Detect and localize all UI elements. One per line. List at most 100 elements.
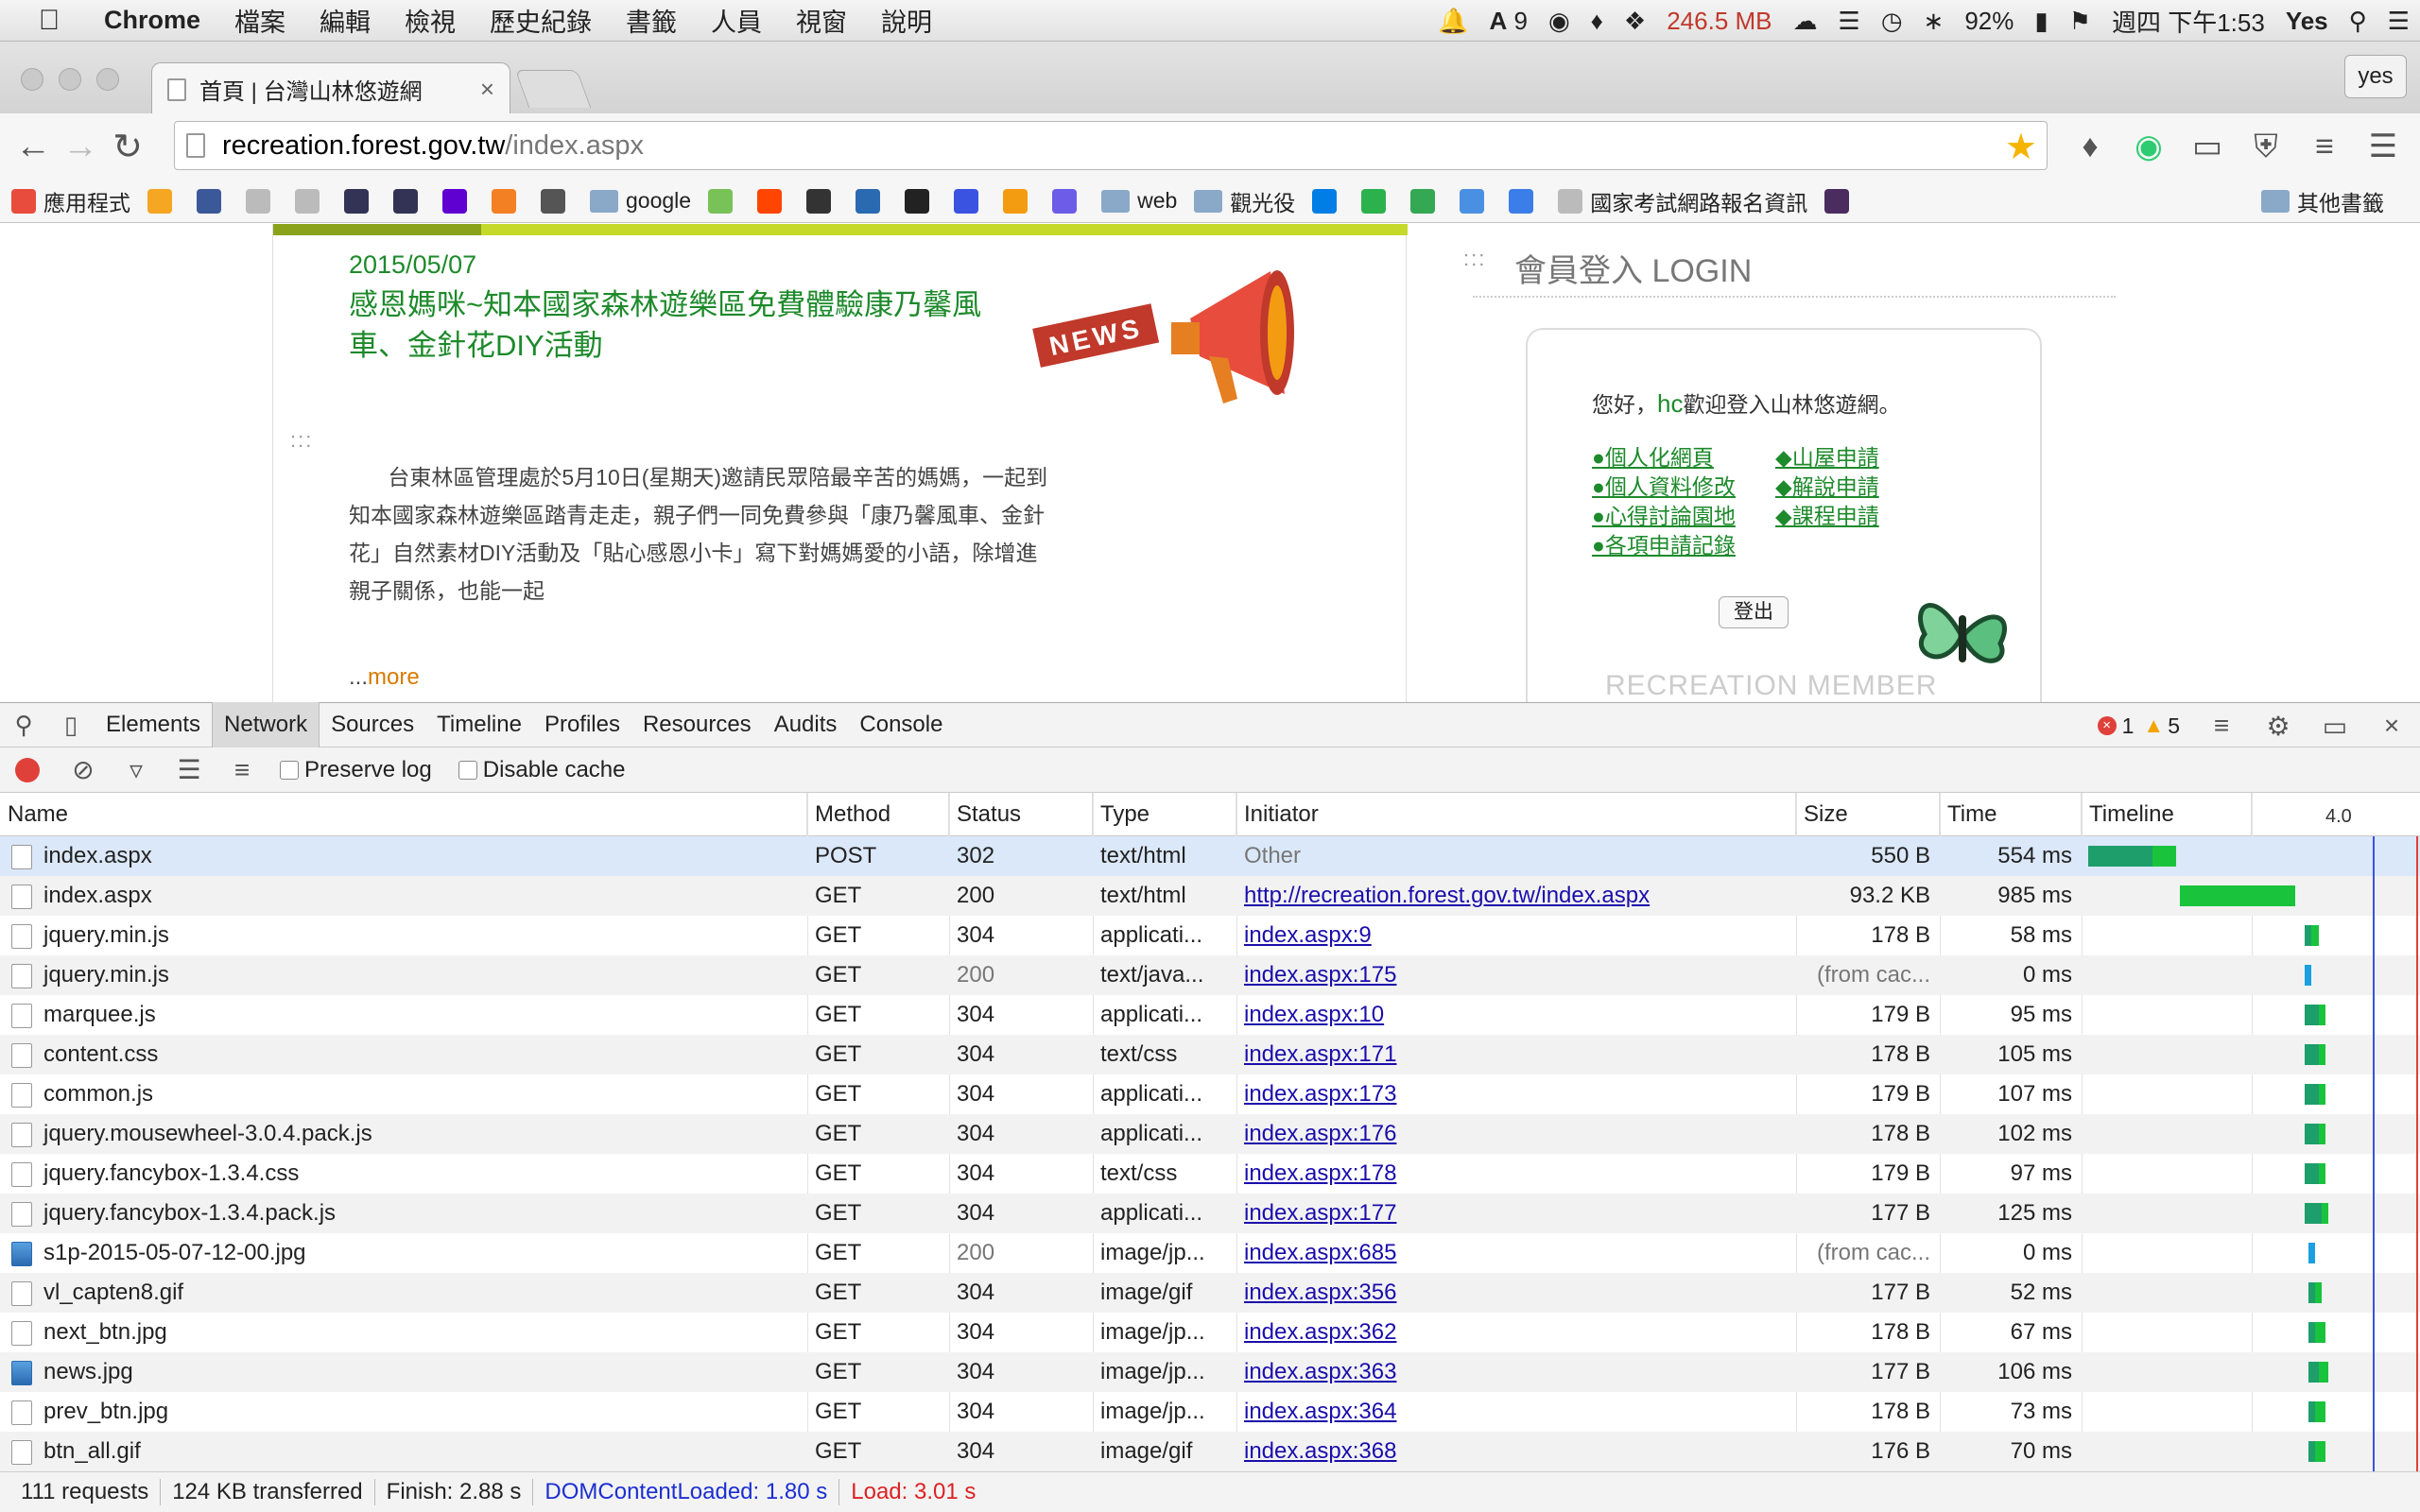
disable-cache-checkbox[interactable]: Disable cache (447, 757, 625, 783)
cell-initiator[interactable]: index.aspx:177 (1236, 1194, 1796, 1233)
preserve-log-checkbox[interactable]: Preserve log (268, 757, 432, 783)
table-row[interactable]: next_btn.jpg GET 304 image/jp... index.aspx:… (0, 1313, 2420, 1352)
dock-icon[interactable]: ▭ (2307, 711, 2363, 742)
bookmark-icon-item[interactable] (905, 188, 937, 214)
bookmark-item[interactable]: google (590, 188, 691, 214)
cell-initiator[interactable]: index.aspx:10 (1236, 995, 1796, 1035)
bookmark-item[interactable]: 應用程式 (11, 185, 130, 217)
address-bar[interactable]: recreation.forest.gov.tw/index.aspx ★ (174, 121, 2048, 170)
evernote-extension-icon[interactable]: ♦ (2061, 129, 2119, 165)
grammarly-icon[interactable]: ◉ (1538, 7, 1581, 36)
bookmark-icon-item[interactable] (344, 188, 376, 214)
bookmark-icon-item[interactable] (1509, 188, 1541, 214)
bookmark-icon-item[interactable] (147, 188, 180, 214)
memory-usage[interactable]: 246.5 MB (1656, 7, 1782, 36)
window-zoom-button[interactable] (96, 68, 119, 91)
notification-bell-icon[interactable]: 🔔 (1427, 7, 1478, 36)
table-row[interactable]: vl_capten8.gif GET 304 image/gif index.aspx:… (0, 1273, 2420, 1313)
cell-initiator[interactable]: index.aspx:9 (1236, 916, 1796, 955)
menu-edit[interactable]: 編輯 (302, 2, 388, 39)
logout-button[interactable]: 登出 (1719, 596, 1789, 628)
bookmark-item[interactable]: 國家考試網路報名資訊 (1558, 185, 1807, 217)
error-warning-counter[interactable]: × 1 ▲ 5 (2097, 713, 2180, 739)
bookmark-icon-item[interactable] (856, 188, 888, 214)
link-edit-profile[interactable]: ●個人資料修改 (1592, 472, 1736, 502)
user-menu[interactable]: Yes (2275, 7, 2339, 36)
menu-people[interactable]: 人員 (694, 2, 779, 39)
bookmark-icon-item[interactable] (1824, 188, 1857, 214)
bookmark-item[interactable]: 觀光役 (1194, 185, 1295, 217)
extension-icon[interactable]: ≡ (2295, 129, 2354, 165)
col-time[interactable]: Time (1940, 793, 2082, 836)
tab-console[interactable]: Console (848, 702, 954, 747)
link-discussion[interactable]: ●心得討論園地 (1592, 502, 1736, 531)
large-rows-icon[interactable]: ☰ (163, 754, 216, 785)
bookmark-icon-item[interactable] (954, 188, 986, 214)
forward-arrow-icon[interactable]: → (57, 127, 104, 167)
battery-icon[interactable]: ▮ (2024, 7, 2058, 36)
col-type[interactable]: Type (1093, 793, 1236, 836)
notification-center-icon[interactable]: ☰ (2377, 7, 2420, 36)
console-drawer-icon[interactable]: ≡ (2193, 711, 2250, 741)
bookmark-icon-item[interactable] (1460, 188, 1492, 214)
menu-file[interactable]: 檔案 (217, 2, 302, 39)
flag-icon[interactable]: ⚑ (2059, 7, 2101, 36)
device-mode-icon[interactable]: ▯ (47, 711, 95, 740)
wifi-icon[interactable]: ☰ (1828, 7, 1871, 36)
bookmark-icon-item[interactable] (1410, 188, 1443, 214)
cell-initiator[interactable]: index.aspx:364 (1236, 1392, 1796, 1432)
bookmark-icon-item[interactable] (393, 188, 425, 214)
tab-profiles[interactable]: Profiles (533, 702, 631, 747)
bookmark-item[interactable]: web (1101, 188, 1177, 214)
cell-initiator[interactable]: index.aspx:368 (1236, 1432, 1796, 1471)
table-row[interactable]: jquery.fancybox-1.3.4.css GET 304 text/css i… (0, 1154, 2420, 1194)
browser-tab-active[interactable]: 首頁 | 台灣山林悠遊網 × (151, 62, 510, 115)
table-row[interactable]: news.jpg GET 304 image/jp... index.aspx:363 1… (0, 1352, 2420, 1392)
tab-network[interactable]: Network (212, 702, 320, 747)
back-arrow-icon[interactable]: ← (9, 127, 57, 167)
window-close-button[interactable] (21, 68, 43, 91)
cell-initiator[interactable]: index.aspx:178 (1236, 1154, 1796, 1194)
window-minimize-button[interactable] (59, 68, 81, 91)
table-row[interactable]: marquee.js GET 304 applicati... index.aspx:1… (0, 995, 2420, 1035)
inspect-search-icon[interactable]: ⚲ (0, 711, 47, 740)
cell-initiator[interactable]: index.aspx:362 (1236, 1313, 1796, 1352)
table-row[interactable]: jquery.fancybox-1.3.4.pack.js GET 304 appli… (0, 1194, 2420, 1233)
col-method[interactable]: Method (807, 793, 949, 836)
apple-icon[interactable]:  (21, 5, 78, 37)
bookmark-icon-item[interactable] (806, 188, 838, 214)
table-row[interactable]: jquery.mousewheel-3.0.4.pack.js GET 304 app… (0, 1114, 2420, 1154)
clear-icon[interactable]: ⊘ (57, 754, 110, 785)
table-row[interactable]: jquery.min.js GET 304 applicati... index.asp… (0, 916, 2420, 955)
bookmark-icon-item[interactable] (295, 188, 327, 214)
cell-initiator[interactable]: index.aspx:176 (1236, 1114, 1796, 1154)
cell-initiator[interactable]: index.aspx:173 (1236, 1074, 1796, 1114)
link-guide-application[interactable]: ◆解說申請 (1775, 472, 1879, 502)
bookmark-icon-item[interactable] (541, 188, 573, 214)
tab-timeline[interactable]: Timeline (425, 702, 533, 747)
filter-icon[interactable]: ▿ (110, 754, 163, 785)
col-status[interactable]: Status (949, 793, 1093, 836)
more-link[interactable]: more (368, 664, 420, 690)
cell-initiator[interactable]: index.aspx:171 (1236, 1035, 1796, 1074)
cell-initiator[interactable]: index.aspx:685 (1236, 1233, 1796, 1273)
bookmark-icon-item[interactable] (246, 188, 278, 214)
settings-gear-icon[interactable]: ⚙ (2250, 711, 2307, 742)
bookmark-icon-item[interactable] (1052, 188, 1084, 214)
bookmark-icon-item[interactable] (197, 188, 229, 214)
table-row[interactable]: index.aspx GET 200 text/html http://recreati… (0, 876, 2420, 916)
cell-initiator[interactable]: index.aspx:363 (1236, 1352, 1796, 1392)
bookmark-icon-item[interactable] (1361, 188, 1393, 214)
table-row[interactable]: common.js GET 304 applicati... index.aspx:17… (0, 1074, 2420, 1114)
shield-icon[interactable]: ⛨ (2237, 129, 2295, 165)
tab-elements[interactable]: Elements (95, 702, 212, 747)
chrome-menu-icon[interactable]: ☰ (2354, 128, 2412, 165)
table-row[interactable]: content.css GET 304 text/css index.aspx:171 1… (0, 1035, 2420, 1074)
menu-window[interactable]: 視窗 (779, 2, 864, 39)
table-row[interactable]: jquery.min.js GET 200 text/java... index.asp… (0, 955, 2420, 995)
menu-view[interactable]: 檢視 (388, 2, 473, 39)
link-cabin-application[interactable]: ◆山屋申請 (1775, 443, 1879, 472)
menu-help[interactable]: 說明 (864, 2, 949, 39)
bookmark-icon-item[interactable] (708, 188, 740, 214)
evernote-icon[interactable]: ♦ (1581, 7, 1614, 36)
